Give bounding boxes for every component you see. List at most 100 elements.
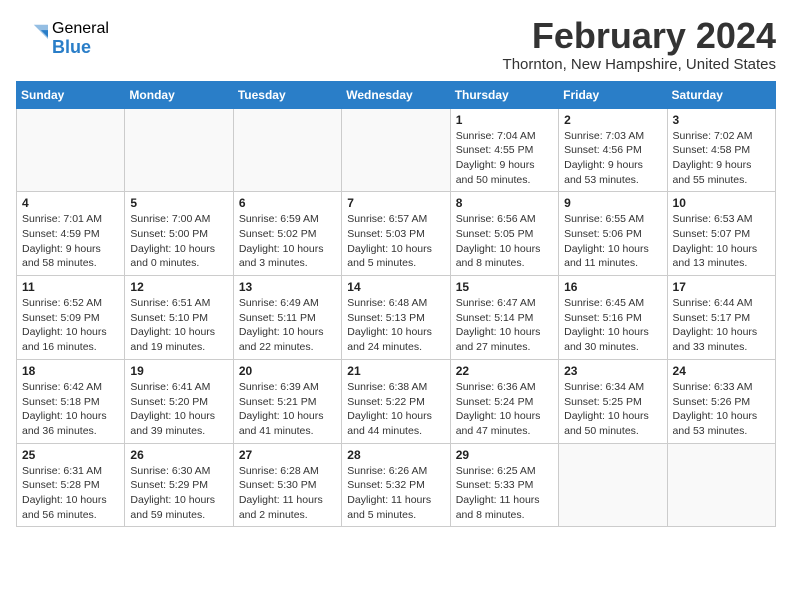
calendar-cell: 13 Sunrise: 6:49 AM Sunset: 5:11 PM Dayli… xyxy=(233,276,341,360)
logo-text: General Blue xyxy=(52,20,109,57)
day-number: 27 xyxy=(239,448,336,462)
calendar-cell: 4 Sunrise: 7:01 AM Sunset: 4:59 PM Daylig… xyxy=(17,192,125,276)
day-number: 1 xyxy=(456,113,553,127)
day-number: 23 xyxy=(564,364,661,378)
day-number: 6 xyxy=(239,196,336,210)
day-info: Sunrise: 6:44 AM Sunset: 5:17 PM Dayligh… xyxy=(673,296,770,355)
calendar-week-row: 11Sunrise: 6:52 AM Sunset: 5:09 PM Dayli… xyxy=(17,276,776,360)
day-info: Sunrise: 6:59 AM Sunset: 5:02 PM Dayligh… xyxy=(239,212,336,271)
day-info: Sunrise: 6:51 AM Sunset: 5:10 PM Dayligh… xyxy=(130,296,227,355)
day-number: 11 xyxy=(22,280,119,294)
calendar-cell: 22 Sunrise: 6:36 AM Sunset: 5:24 PM Dayli… xyxy=(450,359,558,443)
calendar-cell: 10 Sunrise: 6:53 AM Sunset: 5:07 PM Dayli… xyxy=(667,192,775,276)
day-number: 19 xyxy=(130,364,227,378)
calendar-cell: 17Sunrise: 6:44 AM Sunset: 5:17 PM Dayli… xyxy=(667,276,775,360)
weekday-header-row: SundayMondayTuesdayWednesdayThursdayFrid… xyxy=(17,81,776,108)
day-info: Sunrise: 6:49 AM Sunset: 5:11 PM Dayligh… xyxy=(239,296,336,355)
calendar-week-row: 4 Sunrise: 7:01 AM Sunset: 4:59 PM Daylig… xyxy=(17,192,776,276)
calendar-cell: 20 Sunrise: 6:39 AM Sunset: 5:21 PM Dayli… xyxy=(233,359,341,443)
calendar-cell xyxy=(125,108,233,192)
day-info: Sunrise: 6:38 AM Sunset: 5:22 PM Dayligh… xyxy=(347,380,444,439)
calendar-cell: 9Sunrise: 6:55 AM Sunset: 5:06 PM Daylig… xyxy=(559,192,667,276)
day-info: Sunrise: 7:04 AM Sunset: 4:55 PM Dayligh… xyxy=(456,129,553,188)
day-info: Sunrise: 7:00 AM Sunset: 5:00 PM Dayligh… xyxy=(130,212,227,271)
day-info: Sunrise: 6:28 AM Sunset: 5:30 PM Dayligh… xyxy=(239,464,336,523)
month-year-title: February 2024 xyxy=(503,16,776,56)
day-number: 8 xyxy=(456,196,553,210)
day-info: Sunrise: 7:02 AM Sunset: 4:58 PM Dayligh… xyxy=(673,129,770,188)
logo-icon xyxy=(16,23,48,55)
calendar-cell xyxy=(17,108,125,192)
day-info: Sunrise: 6:33 AM Sunset: 5:26 PM Dayligh… xyxy=(673,380,770,439)
day-number: 24 xyxy=(673,364,770,378)
day-info: Sunrise: 6:42 AM Sunset: 5:18 PM Dayligh… xyxy=(22,380,119,439)
logo: General Blue xyxy=(16,20,109,57)
location-subtitle: Thornton, New Hampshire, United States xyxy=(503,56,776,73)
calendar-cell xyxy=(342,108,450,192)
title-block: February 2024 Thornton, New Hampshire, U… xyxy=(503,16,776,73)
day-info: Sunrise: 6:53 AM Sunset: 5:07 PM Dayligh… xyxy=(673,212,770,271)
day-number: 22 xyxy=(456,364,553,378)
day-info: Sunrise: 7:01 AM Sunset: 4:59 PM Dayligh… xyxy=(22,212,119,271)
day-info: Sunrise: 7:03 AM Sunset: 4:56 PM Dayligh… xyxy=(564,129,661,188)
calendar-cell: 8 Sunrise: 6:56 AM Sunset: 5:05 PM Daylig… xyxy=(450,192,558,276)
calendar-cell xyxy=(233,108,341,192)
day-info: Sunrise: 6:39 AM Sunset: 5:21 PM Dayligh… xyxy=(239,380,336,439)
calendar-cell: 18 Sunrise: 6:42 AM Sunset: 5:18 PM Dayli… xyxy=(17,359,125,443)
logo-general: General xyxy=(52,20,109,38)
day-info: Sunrise: 6:36 AM Sunset: 5:24 PM Dayligh… xyxy=(456,380,553,439)
calendar-cell: 1 Sunrise: 7:04 AM Sunset: 4:55 PM Daylig… xyxy=(450,108,558,192)
calendar-cell: 27 Sunrise: 6:28 AM Sunset: 5:30 PM Dayli… xyxy=(233,443,341,527)
calendar-table: SundayMondayTuesdayWednesdayThursdayFrid… xyxy=(16,81,776,528)
day-info: Sunrise: 6:30 AM Sunset: 5:29 PM Dayligh… xyxy=(130,464,227,523)
weekday-header-sunday: Sunday xyxy=(17,81,125,108)
calendar-cell: 25 Sunrise: 6:31 AM Sunset: 5:28 PM Dayli… xyxy=(17,443,125,527)
calendar-cell: 11Sunrise: 6:52 AM Sunset: 5:09 PM Dayli… xyxy=(17,276,125,360)
weekday-header-tuesday: Tuesday xyxy=(233,81,341,108)
day-info: Sunrise: 6:34 AM Sunset: 5:25 PM Dayligh… xyxy=(564,380,661,439)
calendar-cell: 6 Sunrise: 6:59 AM Sunset: 5:02 PM Daylig… xyxy=(233,192,341,276)
day-number: 28 xyxy=(347,448,444,462)
day-number: 13 xyxy=(239,280,336,294)
calendar-cell: 15Sunrise: 6:47 AM Sunset: 5:14 PM Dayli… xyxy=(450,276,558,360)
calendar-week-row: 25 Sunrise: 6:31 AM Sunset: 5:28 PM Dayli… xyxy=(17,443,776,527)
day-number: 4 xyxy=(22,196,119,210)
calendar-cell: 29 Sunrise: 6:25 AM Sunset: 5:33 PM Dayli… xyxy=(450,443,558,527)
weekday-header-monday: Monday xyxy=(125,81,233,108)
day-number: 5 xyxy=(130,196,227,210)
calendar-cell xyxy=(559,443,667,527)
calendar-cell: 26Sunrise: 6:30 AM Sunset: 5:29 PM Dayli… xyxy=(125,443,233,527)
calendar-cell: 12Sunrise: 6:51 AM Sunset: 5:10 PM Dayli… xyxy=(125,276,233,360)
calendar-cell: 16 Sunrise: 6:45 AM Sunset: 5:16 PM Dayli… xyxy=(559,276,667,360)
logo-blue: Blue xyxy=(52,38,109,58)
calendar-week-row: 1 Sunrise: 7:04 AM Sunset: 4:55 PM Daylig… xyxy=(17,108,776,192)
day-number: 7 xyxy=(347,196,444,210)
day-number: 29 xyxy=(456,448,553,462)
calendar-cell: 5 Sunrise: 7:00 AM Sunset: 5:00 PM Daylig… xyxy=(125,192,233,276)
weekday-header-wednesday: Wednesday xyxy=(342,81,450,108)
calendar-week-row: 18 Sunrise: 6:42 AM Sunset: 5:18 PM Dayli… xyxy=(17,359,776,443)
calendar-cell: 3 Sunrise: 7:02 AM Sunset: 4:58 PM Daylig… xyxy=(667,108,775,192)
calendar-cell: 19 Sunrise: 6:41 AM Sunset: 5:20 PM Dayli… xyxy=(125,359,233,443)
day-info: Sunrise: 6:45 AM Sunset: 5:16 PM Dayligh… xyxy=(564,296,661,355)
day-info: Sunrise: 6:25 AM Sunset: 5:33 PM Dayligh… xyxy=(456,464,553,523)
calendar-cell: 7Sunrise: 6:57 AM Sunset: 5:03 PM Daylig… xyxy=(342,192,450,276)
day-number: 2 xyxy=(564,113,661,127)
day-number: 18 xyxy=(22,364,119,378)
day-info: Sunrise: 6:48 AM Sunset: 5:13 PM Dayligh… xyxy=(347,296,444,355)
day-info: Sunrise: 6:41 AM Sunset: 5:20 PM Dayligh… xyxy=(130,380,227,439)
day-number: 20 xyxy=(239,364,336,378)
day-number: 25 xyxy=(22,448,119,462)
day-info: Sunrise: 6:26 AM Sunset: 5:32 PM Dayligh… xyxy=(347,464,444,523)
calendar-cell: 14Sunrise: 6:48 AM Sunset: 5:13 PM Dayli… xyxy=(342,276,450,360)
day-number: 3 xyxy=(673,113,770,127)
calendar-cell: 21Sunrise: 6:38 AM Sunset: 5:22 PM Dayli… xyxy=(342,359,450,443)
day-info: Sunrise: 6:31 AM Sunset: 5:28 PM Dayligh… xyxy=(22,464,119,523)
day-number: 15 xyxy=(456,280,553,294)
day-number: 16 xyxy=(564,280,661,294)
calendar-cell xyxy=(667,443,775,527)
day-info: Sunrise: 6:56 AM Sunset: 5:05 PM Dayligh… xyxy=(456,212,553,271)
weekday-header-friday: Friday xyxy=(559,81,667,108)
weekday-header-saturday: Saturday xyxy=(667,81,775,108)
day-number: 10 xyxy=(673,196,770,210)
